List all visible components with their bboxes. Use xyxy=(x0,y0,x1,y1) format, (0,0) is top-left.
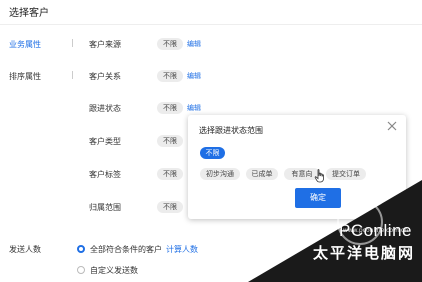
section-divider xyxy=(72,71,73,79)
popup-option-unlimited[interactable]: 不限 xyxy=(200,147,225,159)
radio-custom-count[interactable] xyxy=(77,266,85,274)
confirm-button[interactable]: 确定 xyxy=(295,188,341,208)
customer-tag-value-chip: 不限 xyxy=(157,168,183,180)
page-title: 选择客户 xyxy=(9,8,49,19)
row-label-customer-relation: 客户关系 xyxy=(89,72,121,81)
popup-title: 选择跟进状态范围 xyxy=(199,126,263,135)
close-icon[interactable] xyxy=(387,121,397,131)
customer-source-edit-link[interactable]: 编辑 xyxy=(187,39,201,49)
customer-relation-value-chip: 不限 xyxy=(157,70,183,82)
row-label-customer-source: 客户来源 xyxy=(89,40,121,49)
hand-cursor-icon xyxy=(314,169,324,183)
followup-status-value-chip: 不限 xyxy=(157,102,183,114)
send-count-label: 发送人数 xyxy=(9,245,41,254)
title-divider xyxy=(0,24,422,25)
customer-relation-edit-link[interactable]: 编辑 xyxy=(187,71,201,81)
watermark-cn: 太平洋电脑网 xyxy=(312,244,415,262)
section-business-attributes[interactable]: 业务属性 xyxy=(9,39,41,50)
section-sort-attributes[interactable]: 排序属性 xyxy=(9,71,41,82)
watermark-brand: PConline xyxy=(339,221,412,240)
radio-custom-count-label[interactable]: 自定义发送数 xyxy=(90,265,138,276)
section-divider xyxy=(72,39,73,47)
row-label-customer-type: 客户类型 xyxy=(89,137,121,146)
customer-type-value-chip: 不限 xyxy=(157,135,183,147)
radio-all-customers-label[interactable]: 全部符合条件的客户 xyxy=(90,244,162,255)
followup-status-edit-link[interactable]: 编辑 xyxy=(187,103,201,113)
popup-option-initial-contact[interactable]: 初步沟通 xyxy=(200,168,240,180)
followup-status-popup: 选择跟进状态范围 不限 初步沟通 已成单 有意向 提交订单 确定 xyxy=(188,115,406,219)
radio-all-customers[interactable] xyxy=(77,245,85,253)
ownership-scope-value-chip: 不限 xyxy=(157,201,183,213)
row-label-followup-status: 跟进状态 xyxy=(89,104,121,113)
popup-option-deal-closed[interactable]: 已成单 xyxy=(246,168,278,180)
row-label-ownership-scope: 归属范围 xyxy=(89,203,121,212)
customer-source-value-chip: 不限 xyxy=(157,38,183,50)
row-label-customer-tag: 客户标签 xyxy=(89,170,121,179)
calculate-count-link[interactable]: 计算人数 xyxy=(166,244,198,255)
popup-option-order-submitted[interactable]: 提交订单 xyxy=(326,168,366,180)
